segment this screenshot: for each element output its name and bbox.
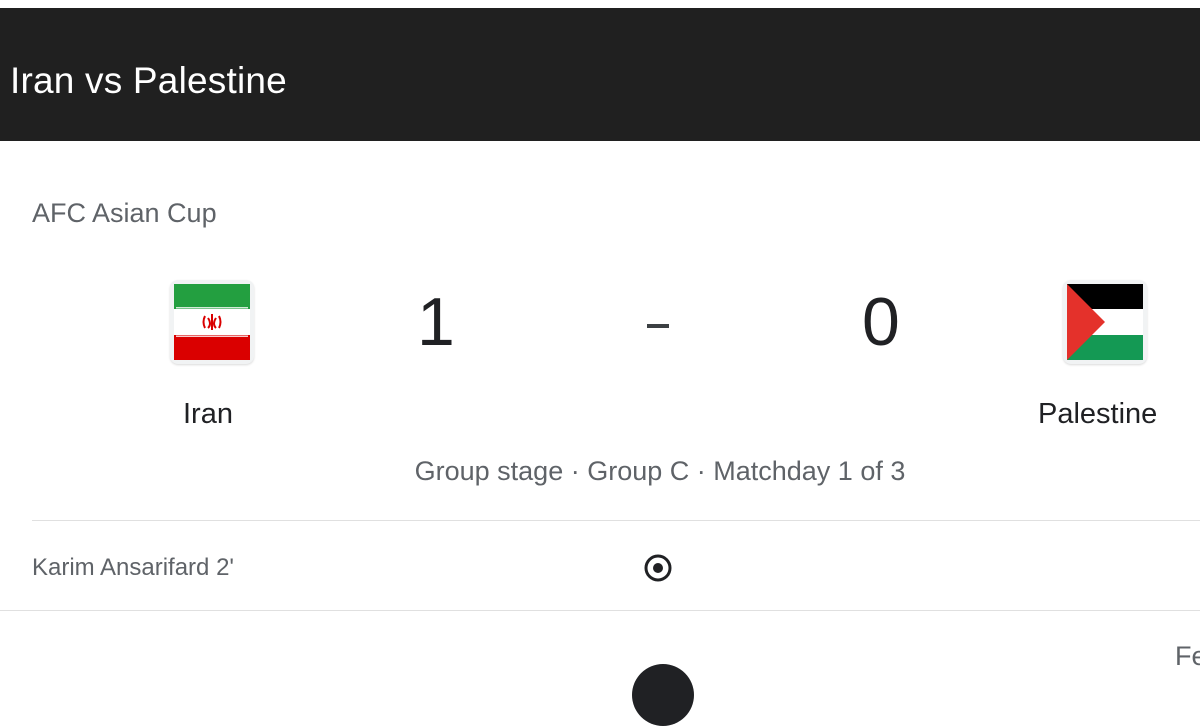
home-team-name[interactable]: Iran	[183, 398, 233, 431]
goal-scorer: Karim Ansarifard 2'	[32, 554, 234, 581]
match-stage-info: Group stage · Group C · Matchday 1 of 3	[414, 456, 906, 486]
top-margin	[0, 0, 1200, 8]
palestine-flag-icon[interactable]	[1063, 280, 1147, 364]
score-separator	[647, 324, 669, 328]
header-bar: Iran vs Palestine	[0, 8, 1200, 141]
away-team-name[interactable]: Palestine	[1038, 398, 1157, 431]
page-title: Iran vs Palestine	[10, 60, 287, 101]
iran-flag-icon[interactable]	[170, 280, 254, 364]
divider	[32, 520, 1200, 521]
iran-flag-graphic	[174, 284, 250, 360]
divider	[0, 610, 1200, 611]
partial-text: Fe	[1175, 641, 1200, 671]
competition-name[interactable]: AFC Asian Cup	[32, 198, 217, 229]
palestine-flag-graphic	[1067, 284, 1143, 360]
away-score: 0	[862, 284, 900, 360]
avatar[interactable]	[632, 664, 694, 726]
home-score: 1	[417, 284, 455, 360]
goal-icon	[643, 553, 673, 583]
